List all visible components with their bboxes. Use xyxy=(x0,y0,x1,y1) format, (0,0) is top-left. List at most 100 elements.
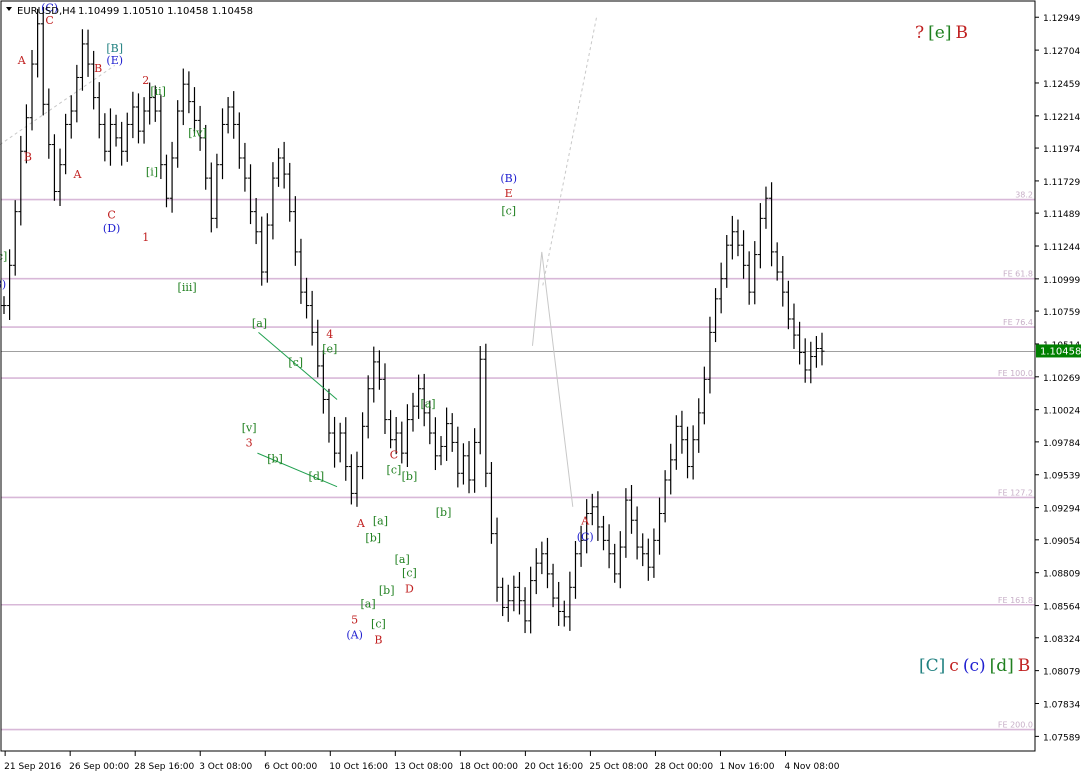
wave-label: (E) xyxy=(106,54,123,67)
time-tick-label: 3 Oct 08:00 xyxy=(199,762,252,772)
price-tick-label: 1.09294 xyxy=(1043,505,1080,515)
wave-label: B xyxy=(374,634,382,647)
price-tick-label: 1.12459 xyxy=(1043,80,1080,90)
level-label: FE 127.2 xyxy=(998,488,1033,497)
time-tick-label: 25 Oct 08:00 xyxy=(589,762,648,772)
wave-label-part: B xyxy=(955,23,968,43)
chart-window[interactable]: 38.2 FE 61.8 FE 76.4 FE 100.0 FE 127.2 FE 161… xyxy=(0,0,1081,778)
time-tick-label: 21 Sep 2016 xyxy=(4,762,61,772)
wave-label: E xyxy=(505,187,513,200)
wave-label-part: B xyxy=(1018,656,1031,676)
time-tick-label: 10 Oct 16:00 xyxy=(329,762,388,772)
time-tick-label: 13 Oct 08:00 xyxy=(394,762,453,772)
wave-label: A xyxy=(356,517,366,530)
wave-label-part: c xyxy=(949,656,959,676)
wave-label: (A) xyxy=(346,628,363,641)
wave-label: B xyxy=(24,151,32,164)
price-tick-label: 1.08079 xyxy=(1043,668,1080,678)
wave-label: (C) xyxy=(577,530,594,543)
price-tick-label: 1.07834 xyxy=(1043,701,1080,711)
bottom-right-wave-label: [C] c (c) [d] B xyxy=(919,656,1030,676)
time-tick-label: 28 Sep 16:00 xyxy=(134,762,194,772)
current-price-tag: 1.10458 xyxy=(1036,344,1081,358)
wave-label: [a] xyxy=(395,553,410,566)
wave-label: [iii] xyxy=(178,281,197,294)
time-tick-label: 4 Nov 08:00 xyxy=(785,762,840,772)
wave-label: [iv] xyxy=(188,127,206,140)
level-label: FE 200.0 xyxy=(998,721,1033,730)
wave-label: A xyxy=(17,54,27,67)
wave-label: [B] xyxy=(106,42,123,55)
time-tick-label: 6 Oct 00:00 xyxy=(264,762,317,772)
wave-label: (D) xyxy=(103,222,120,235)
wave-label: [i] xyxy=(146,165,158,178)
wave-label-part: [C] xyxy=(919,656,945,676)
wave-label: C xyxy=(390,449,398,462)
wave-label: 4 xyxy=(326,328,333,341)
wave-label: [b] xyxy=(267,453,283,466)
price-tick-label: 1.11729 xyxy=(1043,178,1080,188)
wave-label-part: [e] xyxy=(928,23,951,43)
price-tick-label: 1.10024 xyxy=(1043,407,1080,417)
ohlc-values: 1.10499 1.10510 1.10458 1.10458 xyxy=(78,6,253,17)
wave-label: [d] xyxy=(309,470,325,483)
price-tick-label: 1.09539 xyxy=(1043,472,1080,482)
level-label: 38.2 xyxy=(1015,191,1033,200)
wave-label: [a] xyxy=(373,514,388,527)
wave-label-part: (c) xyxy=(963,656,986,676)
time-tick-label: 18 Oct 00:00 xyxy=(459,762,518,772)
price-tick-label: 1.09784 xyxy=(1043,439,1080,449)
time-tick-label: 20 Oct 16:00 xyxy=(524,762,583,772)
wave-label: B xyxy=(94,62,102,75)
level-label: FE 76.4 xyxy=(1003,318,1033,327)
price-chart[interactable]: 38.2 FE 61.8 FE 76.4 FE 100.0 FE 127.2 FE 161… xyxy=(0,0,1081,778)
wave-label: 5 xyxy=(351,614,358,627)
wave-label: A xyxy=(73,168,83,181)
time-tick-label: 28 Oct 00:00 xyxy=(654,762,713,772)
wave-label: [c] xyxy=(371,618,386,631)
wave-label: [b] xyxy=(365,532,381,545)
time-tick-label: 1 Nov 16:00 xyxy=(719,762,774,772)
wave-label: A xyxy=(580,514,590,527)
price-tick-label: 1.09054 xyxy=(1043,537,1080,547)
wave-label: 1 xyxy=(142,231,149,244)
wave-label: [c] xyxy=(288,356,303,369)
price-tick-label: 1.08809 xyxy=(1043,570,1080,580)
wave-label: [e] xyxy=(322,343,337,356)
level-label: FE 100.0 xyxy=(998,369,1033,378)
symbol-timeframe: EURUSD,H4 xyxy=(17,6,76,17)
price-tick-label: 1.12949 xyxy=(1043,14,1080,24)
current-price-label: 1.10458 xyxy=(1040,346,1081,357)
wave-label-part: ? xyxy=(915,23,924,43)
wave-label: [c] xyxy=(402,567,417,580)
wave-label: C xyxy=(107,208,115,221)
wave-label: [b] xyxy=(402,470,418,483)
price-tick-label: 1.08564 xyxy=(1043,603,1080,613)
wave-label: [b] xyxy=(379,584,395,597)
top-right-wave-label: ? [e] B xyxy=(915,23,968,43)
price-tick-label: 1.10999 xyxy=(1043,276,1080,286)
wave-label: D xyxy=(405,583,414,596)
price-tick-label: 1.07589 xyxy=(1043,733,1080,743)
price-tick-label: 1.11974 xyxy=(1043,145,1080,155)
level-label: FE 161.8 xyxy=(998,596,1033,605)
wave-label: [b] xyxy=(436,506,452,519)
time-tick-label: 26 Sep 00:00 xyxy=(69,762,129,772)
price-tick-label: 1.11244 xyxy=(1043,243,1080,253)
price-tick-label: 1.10269 xyxy=(1043,374,1080,384)
price-tick-label: 1.08324 xyxy=(1043,635,1080,645)
wave-label: [a] xyxy=(252,317,267,330)
wave-label: 3 xyxy=(246,436,253,449)
wave-label-part: [d] xyxy=(990,656,1014,676)
price-tick-label: 1.12214 xyxy=(1043,113,1080,123)
wave-label: [v] xyxy=(242,422,257,435)
wave-label: [c] xyxy=(387,463,402,476)
wave-label: 2 xyxy=(142,74,149,87)
price-tick-label: 1.10759 xyxy=(1043,308,1080,318)
wave-label: (B) xyxy=(500,172,517,185)
level-label: FE 61.8 xyxy=(1003,270,1033,279)
price-tick-label: 1.12704 xyxy=(1043,47,1080,57)
wave-label: [a] xyxy=(360,597,375,610)
wave-label: [a] xyxy=(420,398,435,411)
wave-label: [c] xyxy=(501,204,516,217)
